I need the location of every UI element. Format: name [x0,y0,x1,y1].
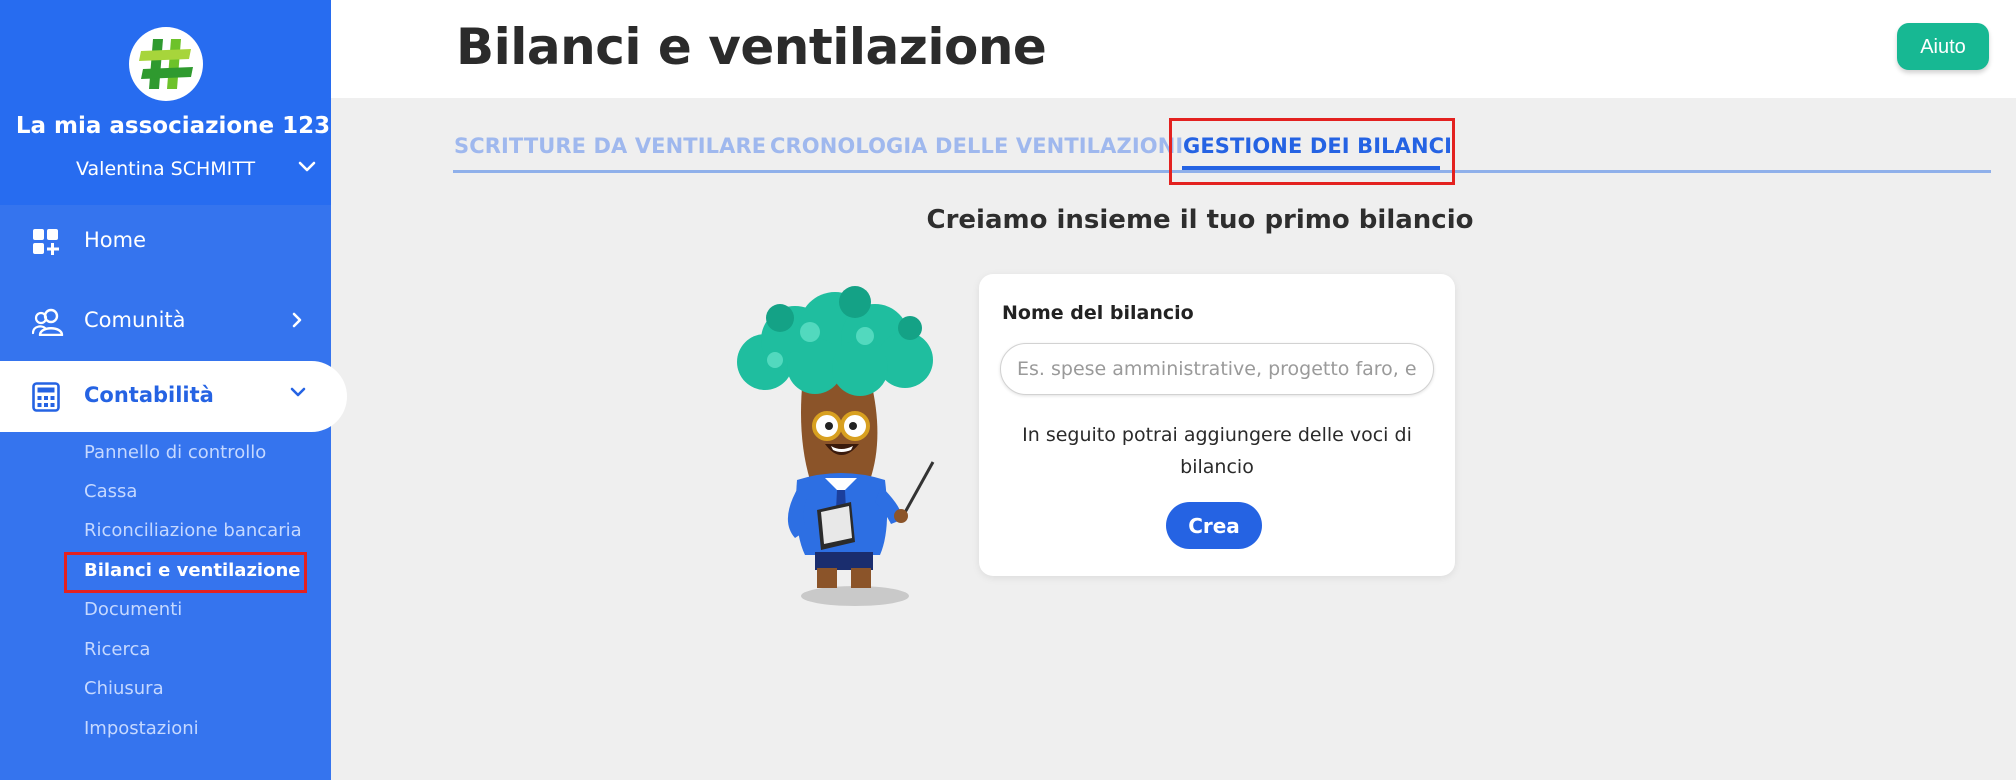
help-button[interactable]: Aiuto [1897,23,1989,70]
association-logo[interactable] [129,27,203,101]
nav-accounting-label: Contabilità [84,383,214,407]
nav-home-label: Home [84,228,147,252]
tree-mascot-illustration [705,280,955,614]
subnav-cash[interactable]: Cassa [84,481,137,502]
empty-state-heading: Creiamo insieme il tuo primo bilancio [926,205,1474,235]
chevron-down-icon [290,387,306,397]
sidebar-header: La mia associazione 123 Valentina SCHMIT… [0,0,331,205]
budget-name-label: Nome del bilancio [1002,302,1194,324]
subnav-dashboard[interactable]: Pannello di controllo [84,442,266,463]
nav-community-label: Comunità [84,308,186,332]
subnav-search[interactable]: Ricerca [84,639,150,660]
chevron-down-icon [298,161,316,172]
highlight-box [64,552,307,593]
association-name: La mia associazione 123 [15,113,331,139]
highlight-box [1169,118,1455,185]
tab-entries-to-allocate[interactable]: SCRITTURE DA VENTILARE [454,134,766,158]
user-name: Valentina SCHMITT [76,158,256,180]
budget-info-text: In seguito potrai aggiungere delle voci … [1022,424,1412,478]
nav-accounting[interactable]: Contabilità [0,361,347,432]
user-menu[interactable]: Valentina SCHMITT [0,157,331,185]
calculator-icon [32,382,60,412]
tab-allocation-history[interactable]: CRONOLOGIA DELLE VENTILAZIONI [770,134,1183,158]
nav-community[interactable]: Comunità [0,287,331,357]
subnav-closing[interactable]: Chiusura [84,678,164,699]
budget-name-input[interactable] [1000,343,1434,395]
subnav-settings[interactable]: Impostazioni [84,718,199,739]
users-icon [32,308,64,336]
create-button[interactable]: Crea [1166,502,1262,549]
subnav-bank-reconciliation[interactable]: Riconciliazione bancaria [84,520,302,541]
dashboard-icon [33,229,59,255]
page-header: Bilanci e ventilazione Aiuto [331,0,2016,98]
create-budget-card: Nome del bilancio In seguito potrai aggi… [979,274,1455,576]
hashtag-logo-icon [139,39,193,89]
page-title: Bilanci e ventilazione [456,18,1047,76]
subnav-documents[interactable]: Documenti [84,599,182,620]
sidebar: La mia associazione 123 Valentina SCHMIT… [0,0,347,780]
chevron-right-icon [292,312,302,328]
nav-home[interactable]: Home [0,207,331,277]
